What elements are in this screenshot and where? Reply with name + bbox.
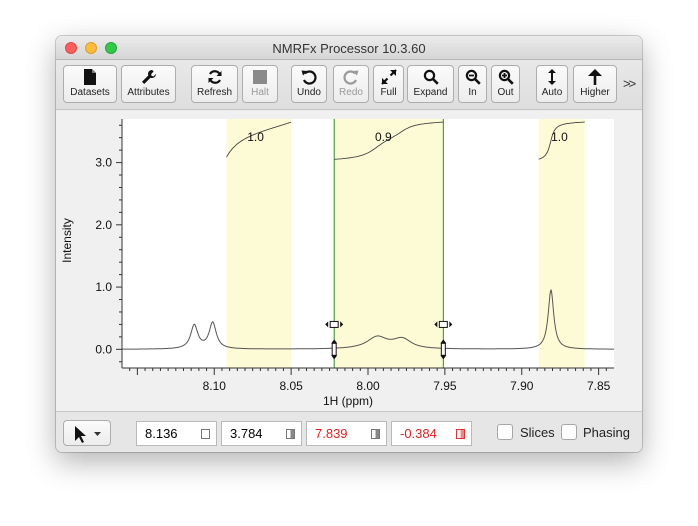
expand-label: Expand: [413, 87, 448, 98]
vertical-arrows-icon: [548, 69, 556, 85]
x-tick-label: 7.90: [510, 379, 534, 393]
cursor-x-field[interactable]: 8.136: [136, 421, 217, 446]
delta-y-value: -0.384: [400, 426, 437, 441]
app-window: NMRFx Processor 10.3.60 Datasets Attribu…: [56, 36, 642, 452]
x-tick-label: 7.85: [587, 379, 611, 393]
redo-icon: [343, 70, 359, 85]
zoom-in-icon: [465, 69, 481, 85]
swatch-icon: [286, 429, 295, 439]
halt-label: Halt: [251, 87, 269, 98]
higher-button[interactable]: Higher: [573, 65, 617, 103]
datasets-button[interactable]: Datasets: [63, 65, 117, 103]
refresh-button[interactable]: Refresh: [191, 65, 238, 103]
fullscreen-icon: [380, 69, 397, 85]
auto-label: Auto: [541, 87, 563, 98]
attributes-button[interactable]: Attributes: [121, 65, 176, 103]
integral-value-label: 1.0: [247, 130, 264, 144]
chevron-down-icon: [94, 432, 101, 436]
swatch-icon: [371, 429, 380, 439]
undo-label: Undo: [297, 87, 321, 98]
zoom-in-button[interactable]: In: [458, 65, 487, 103]
stop-icon: [253, 70, 267, 84]
x-tick-label: 7.95: [433, 379, 457, 393]
halt-button[interactable]: Halt: [242, 65, 278, 103]
wrench-icon: [141, 70, 156, 84]
phasing-label: Phasing: [583, 425, 630, 440]
toolbar: Datasets Attributes Refresh Halt Undo Re…: [56, 60, 642, 110]
zoom-in-label: In: [468, 87, 477, 98]
y-tick-label: 1.0: [95, 280, 112, 294]
integral-region: [334, 119, 444, 368]
y-axis-label: Intensity: [60, 218, 74, 263]
y-tick-label: 2.0: [95, 218, 112, 232]
integral-region: [226, 119, 292, 368]
refresh-icon: [208, 70, 221, 84]
x-tick-label: 8.00: [356, 379, 380, 393]
attributes-label: Attributes: [127, 87, 170, 98]
x-axis-label: 1H (ppm): [323, 394, 373, 408]
delta-y-field[interactable]: -0.384: [391, 421, 472, 446]
slices-label: Slices: [520, 425, 555, 440]
undo-button[interactable]: Undo: [291, 65, 327, 103]
cursor-x-value: 8.136: [145, 426, 178, 441]
redo-label: Redo: [339, 87, 363, 98]
arrow-up-icon: [588, 69, 602, 85]
x-tick-label: 8.05: [279, 379, 303, 393]
redo-button[interactable]: Redo: [333, 65, 369, 103]
integral-value-label: 0.9: [375, 130, 392, 144]
status-bar: 8.136 3.784 7.839 -0.384 Slices Phasing: [56, 411, 642, 452]
full-button[interactable]: Full: [373, 65, 404, 103]
delta-x-value: 7.839: [315, 426, 348, 441]
expand-button[interactable]: Expand: [407, 65, 454, 103]
phasing-checkbox[interactable]: [561, 424, 577, 440]
document-icon: [84, 69, 96, 85]
y-tick-label: 0.0: [95, 342, 112, 356]
swatch-icon: [201, 429, 210, 439]
toolbar-overflow-button[interactable]: >>: [623, 76, 636, 91]
integral-value-label: 1.0: [551, 130, 568, 144]
zoom-out-label: Out: [497, 87, 514, 98]
refresh-label: Refresh: [196, 87, 232, 98]
cursor-y-field[interactable]: 3.784: [221, 421, 302, 446]
undo-icon: [301, 70, 317, 85]
full-label: Full: [380, 87, 397, 98]
x-tick-label: 8.10: [203, 379, 227, 393]
delta-x-field[interactable]: 7.839: [306, 421, 387, 446]
window-title: NMRFx Processor 10.3.60: [272, 41, 426, 56]
higher-label: Higher: [580, 87, 610, 98]
pointer-arrow-icon: [75, 426, 101, 443]
auto-button[interactable]: Auto: [536, 65, 568, 103]
swatch-icon: [456, 429, 465, 439]
title-bar: NMRFx Processor 10.3.60: [56, 36, 642, 60]
y-tick-label: 3.0: [95, 156, 112, 170]
magnifier-icon: [423, 69, 439, 85]
cursor-mode-button[interactable]: [63, 420, 111, 446]
zoom-out-button[interactable]: Out: [491, 65, 520, 103]
cursor-y-value: 3.784: [230, 426, 263, 441]
spectrum-chart[interactable]: 1.0 0.9 1.0 0.0 1.0 2.0 3.0 8.10 8.05 8.00 7.95 7.9…: [56, 111, 642, 411]
datasets-label: Datasets: [70, 87, 110, 98]
slices-checkbox[interactable]: [497, 424, 513, 440]
zoom-out-icon: [498, 69, 514, 85]
spectrum-plot-area[interactable]: 1.0 0.9 1.0 0.0 1.0 2.0 3.0 8.10 8.05 8.00 7.95 7.9…: [56, 111, 642, 411]
